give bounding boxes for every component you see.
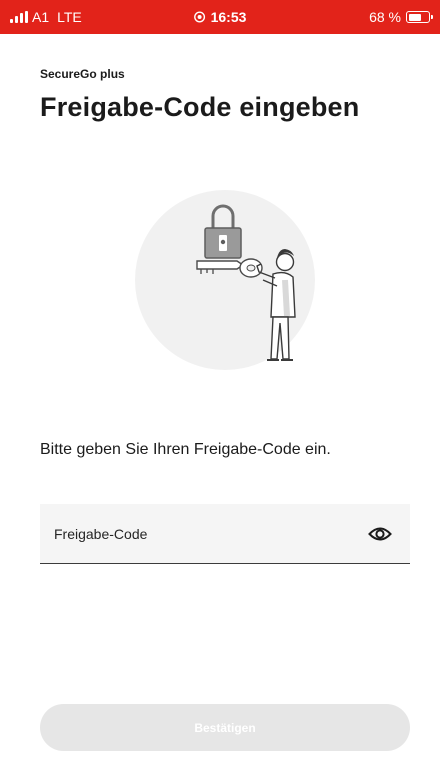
carrier-label: A1 (32, 9, 50, 25)
status-right: 68 % (369, 9, 433, 25)
battery-percent: 68 % (369, 9, 401, 25)
app-name: SecureGo plus (40, 67, 125, 81)
status-center: 16:53 (194, 9, 247, 25)
person-with-key-and-padlock-illustration (135, 190, 315, 370)
status-left: A1 LTE (10, 9, 82, 25)
page-title: Freigabe-Code eingeben (40, 92, 360, 122)
battery-fill (408, 13, 422, 21)
eye-icon-glyph (368, 527, 392, 540)
network-label: LTE (57, 9, 82, 25)
eye-icon[interactable] (368, 526, 392, 542)
signal-icon (10, 11, 28, 23)
alarm-icon (194, 11, 206, 23)
status-bar: A1 LTE 16:53 68 % (0, 0, 440, 34)
clock-label: 16:53 (210, 9, 247, 25)
instruction-text: Bitte geben Sie Ihren Freigabe-Code ein. (40, 441, 331, 458)
battery-icon (406, 11, 433, 23)
freigabe-code-input[interactable] (54, 525, 334, 542)
freigabe-code-field[interactable] (40, 504, 410, 564)
confirm-button[interactable]: Bestätigen (40, 704, 410, 751)
